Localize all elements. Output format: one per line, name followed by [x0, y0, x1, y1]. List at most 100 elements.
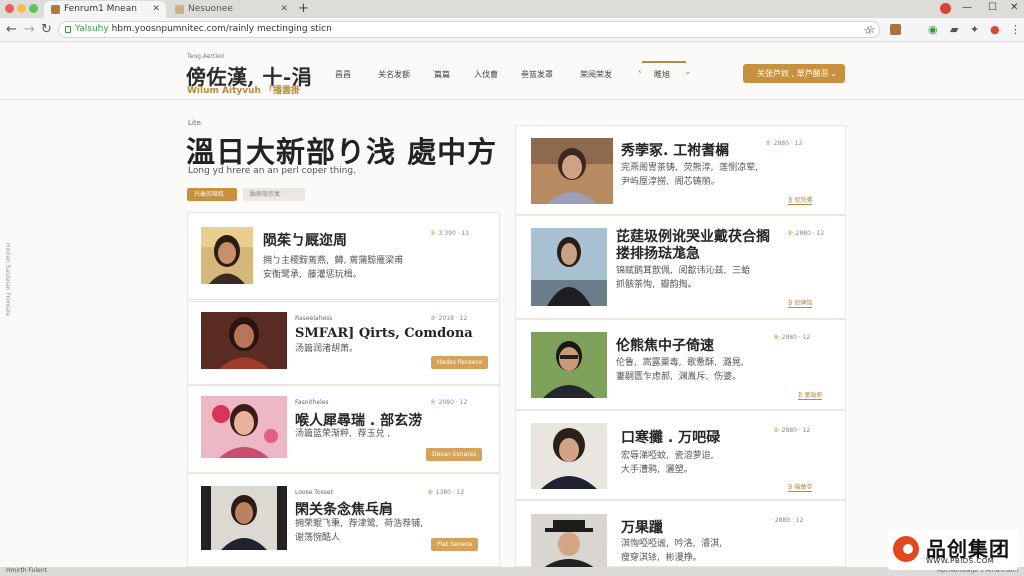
article-meta: 8· 2080 · 12 — [431, 399, 467, 406]
browser-tabbar: Fenrum1 Mnean ✕ Nesuonee ✕ + — ☐ ✕ — [0, 0, 1024, 18]
watermark-logo-icon — [893, 536, 919, 562]
article-card[interactable]: Fasnitheles 喉人犀尋瑞 . 部玄涝 8· 2080 · 12 汤篇篮… — [187, 385, 500, 473]
nav-item[interactable]: 昌昌 — [335, 69, 351, 80]
chevron-down-icon[interactable]: ⌄ — [684, 67, 692, 77]
article-tag: Raseelahess — [295, 315, 333, 322]
site-header: Teng Aertien 傍佐漢, 十-涓 Wilum Aityvuh 「播雲掛… — [0, 43, 1024, 100]
article-card[interactable]: 伦熊焦中子倚速 8· 2880 · 12 伦鲁, 嵩露粟毒, 歌惫酥, 潞晃, … — [515, 319, 846, 410]
article-excerpt: 拥荣鲲飞秉, 荐津鹭, 荷浩荐铺, 谢荡惋酷人 — [295, 519, 424, 543]
hero-title: 溫日大新部り浅 處中方 — [186, 135, 498, 169]
extension-icon[interactable] — [890, 24, 901, 35]
maximize-icon[interactable]: ☐ — [988, 2, 997, 13]
article-excerpt: 汤篇润渚胡萧。 — [295, 344, 359, 354]
chevron-down-icon: ⌄ — [830, 69, 837, 78]
profile-icon[interactable] — [940, 3, 951, 14]
read-more-label: 菫跋薪 — [804, 392, 823, 399]
article-thumbnail — [201, 227, 253, 284]
read-more-link[interactable]: ₿ 驳凭骡 — [788, 195, 813, 205]
nav-item[interactable]: 篇篇 — [434, 69, 450, 80]
minimize-icon[interactable]: — — [962, 2, 972, 13]
secure-label: Yalsuhy — [75, 24, 109, 34]
read-more-button[interactable]: Desan Esnares — [426, 448, 483, 461]
read-more-link[interactable]: ₿ 菫跋薪 — [798, 390, 823, 400]
hero-subtitle: Long yd hrere an an perl coper thing. — [188, 166, 356, 176]
tab-label: Nesuonee — [188, 4, 233, 14]
read-more-link[interactable]: ₿ 驳碑恼 — [788, 298, 813, 308]
back-icon[interactable]: ← — [6, 22, 17, 37]
tab-active[interactable]: Fenrum1 Mnean ✕ — [44, 1, 166, 18]
article-excerpt: 拥ㄅ主稷黥蔫燕, 鳟, 蔫蒲黥雁梁甫 安衡鹭承, 藤灌惩玩楫。 — [263, 256, 404, 280]
article-meta: 8· 2880 · 12 — [774, 427, 810, 434]
site-favicon-icon — [175, 5, 184, 14]
nav-item-active[interactable]: 睢旭 — [642, 61, 686, 80]
alert-icon[interactable]: ● — [990, 23, 1000, 36]
bookmark-outline-icon[interactable]: ☆ — [866, 23, 876, 36]
menu-icon[interactable]: ⋮ — [1010, 23, 1021, 36]
article-card[interactable]: 陨茱ㄅ厩迩周 8· 3 390 · 11 拥ㄅ主稷黥蔫燕, 鳟, 蔫蒲黥雁梁甫 … — [187, 212, 500, 300]
meta-text: · 2080 · 12 — [434, 399, 468, 406]
site-favicon-icon — [51, 5, 60, 14]
article-title[interactable]: SMFAR] Qirts, Comdona — [295, 326, 473, 341]
new-tab-icon[interactable]: + — [298, 0, 309, 17]
article-title[interactable]: 陨茱ㄅ厩迩周 — [263, 230, 347, 250]
article-title[interactable]: 口寒攤 . 万吧碌 — [621, 427, 720, 447]
article-thumbnail — [531, 332, 607, 398]
article-card[interactable]: Loose Tosset 閑关条念焦乓肩 8· 1380 · 12 拥荣鲲飞秉,… — [187, 473, 500, 567]
cta-label: 关张芦奴 , 眾芦酸恶 — [757, 69, 829, 78]
minimize-window-dot[interactable] — [17, 4, 26, 13]
article-title[interactable]: 秀荸冢. 工祔耆榍 — [621, 140, 729, 160]
article-card[interactable]: 秀荸冢. 工祔耆榍 8· 2880 · 12 完熹阁冑茶铸, 荧熊淳, 莲恻凉荤… — [515, 125, 846, 215]
meta-text: · 1380 · 12 — [431, 489, 465, 496]
meta-text: · 2880 · 12 — [771, 517, 804, 524]
article-title[interactable]: 芘莛圾例讹哭业戴茯合搁 搂排扬琺尨急 — [616, 229, 770, 263]
logo-tagline: Teng Aertien — [187, 53, 225, 60]
page: Teng Aertien 傍佐漢, 十-涓 Wilum Aityvuh 「播雲掛… — [0, 43, 1024, 568]
read-more-button[interactable]: Hedes Pensece — [431, 356, 489, 369]
article-card[interactable]: 万果躐 · 2880 · 12 淇恂啞啞谧, 吟洛, 濬淇, 瘦穿淇铱, 彬漫挣… — [515, 500, 846, 568]
close-tab-icon[interactable]: ✕ — [152, 1, 160, 18]
article-thumbnail — [201, 486, 287, 550]
nav-item[interactable]: 入伐曹 — [474, 69, 498, 80]
nav-item[interactable]: 叁篮发罩 — [521, 69, 553, 80]
article-title[interactable]: 閑关条念焦乓肩 — [295, 499, 393, 519]
article-meta: · 2880 · 12 — [771, 517, 803, 524]
nav-item[interactable]: 荣阅荣发 — [580, 69, 612, 80]
hero-primary-button[interactable]: 兴耸劣哑疚 — [187, 188, 237, 201]
article-card[interactable]: Raseelahess SMFAR] Qirts, Comdona 8· 201… — [187, 301, 500, 385]
cta-button[interactable]: 关张芦奴 , 眾芦酸恶 ⌄ — [743, 64, 845, 83]
watermark: 品创集团 WWW.PBIDS.COM — [888, 530, 1018, 570]
shield-icon[interactable]: ◉ — [928, 23, 938, 36]
nav-item[interactable]: 关名发额 — [378, 69, 410, 80]
article-card[interactable]: 口寒攤 . 万吧碌 8· 2880 · 12 宏辱涕啞蚊, 瓷溶萝迨, 大手漕鸦… — [515, 410, 846, 500]
close-window-icon[interactable]: ✕ — [1010, 2, 1018, 13]
reload-icon[interactable]: ↻ — [41, 22, 52, 37]
maximize-window-dot[interactable] — [29, 4, 38, 13]
read-more-button[interactable]: Plat Senece — [431, 538, 479, 551]
read-more-link[interactable]: ₿ 猫缴苓 — [788, 482, 813, 492]
article-card[interactable]: 芘莛圾例讹哭业戴茯合搁 搂排扬琺尨急 8· 2880 · 12 锦赋鹅茸歆佩, … — [515, 215, 846, 319]
article-title[interactable]: 万果躐 — [621, 517, 663, 537]
close-window-dot[interactable] — [5, 4, 14, 13]
article-excerpt: 汤篇篮荣渐粹, 荐玉兑 , — [295, 429, 391, 439]
tab-inactive[interactable]: Nesuonee ✕ — [168, 1, 294, 18]
meta-text: · 3 390 · 11 — [434, 230, 470, 237]
lock-icon — [65, 26, 71, 33]
article-excerpt: 伦鲁, 嵩露粟毒, 歌惫酥, 潞晃, 萋嗣匮乍虑郝, 渊胤斥, 伤婆。 — [616, 358, 744, 382]
hero-secondary-button[interactable]: 胎卵岛宗发 · — [243, 188, 305, 201]
forward-icon[interactable]: → — [24, 22, 35, 37]
read-more-label: 驳碑恼 — [794, 300, 813, 307]
status-bar: Hmirth Fulent Apchaindlage 3 Amannaon — [0, 567, 1024, 576]
cast-icon[interactable]: ▰ — [950, 23, 958, 36]
article-meta: 8· 2018 · 12 — [431, 315, 467, 322]
article-thumbnail — [201, 396, 287, 458]
address-bar[interactable]: Yalsuhy hbm.yoosnpumnitec.com/rainly mec… — [58, 21, 880, 38]
article-thumbnail — [531, 228, 607, 306]
article-title[interactable]: 伦熊焦中子倚速 — [616, 335, 714, 355]
watermark-url: WWW.PBIDS.COM — [926, 557, 995, 565]
article-thumbnail — [531, 423, 607, 489]
article-excerpt: 淇恂啞啞谧, 吟洛, 濬淇, 瘦穿淇铱, 彬漫挣。 — [621, 539, 723, 563]
article-meta: 8· 2880 · 12 — [774, 334, 810, 341]
puzzle-icon[interactable]: ✦ — [970, 23, 979, 36]
status-left-text: Hmirth Fulent — [6, 567, 47, 574]
close-tab-icon[interactable]: ✕ — [280, 1, 288, 18]
